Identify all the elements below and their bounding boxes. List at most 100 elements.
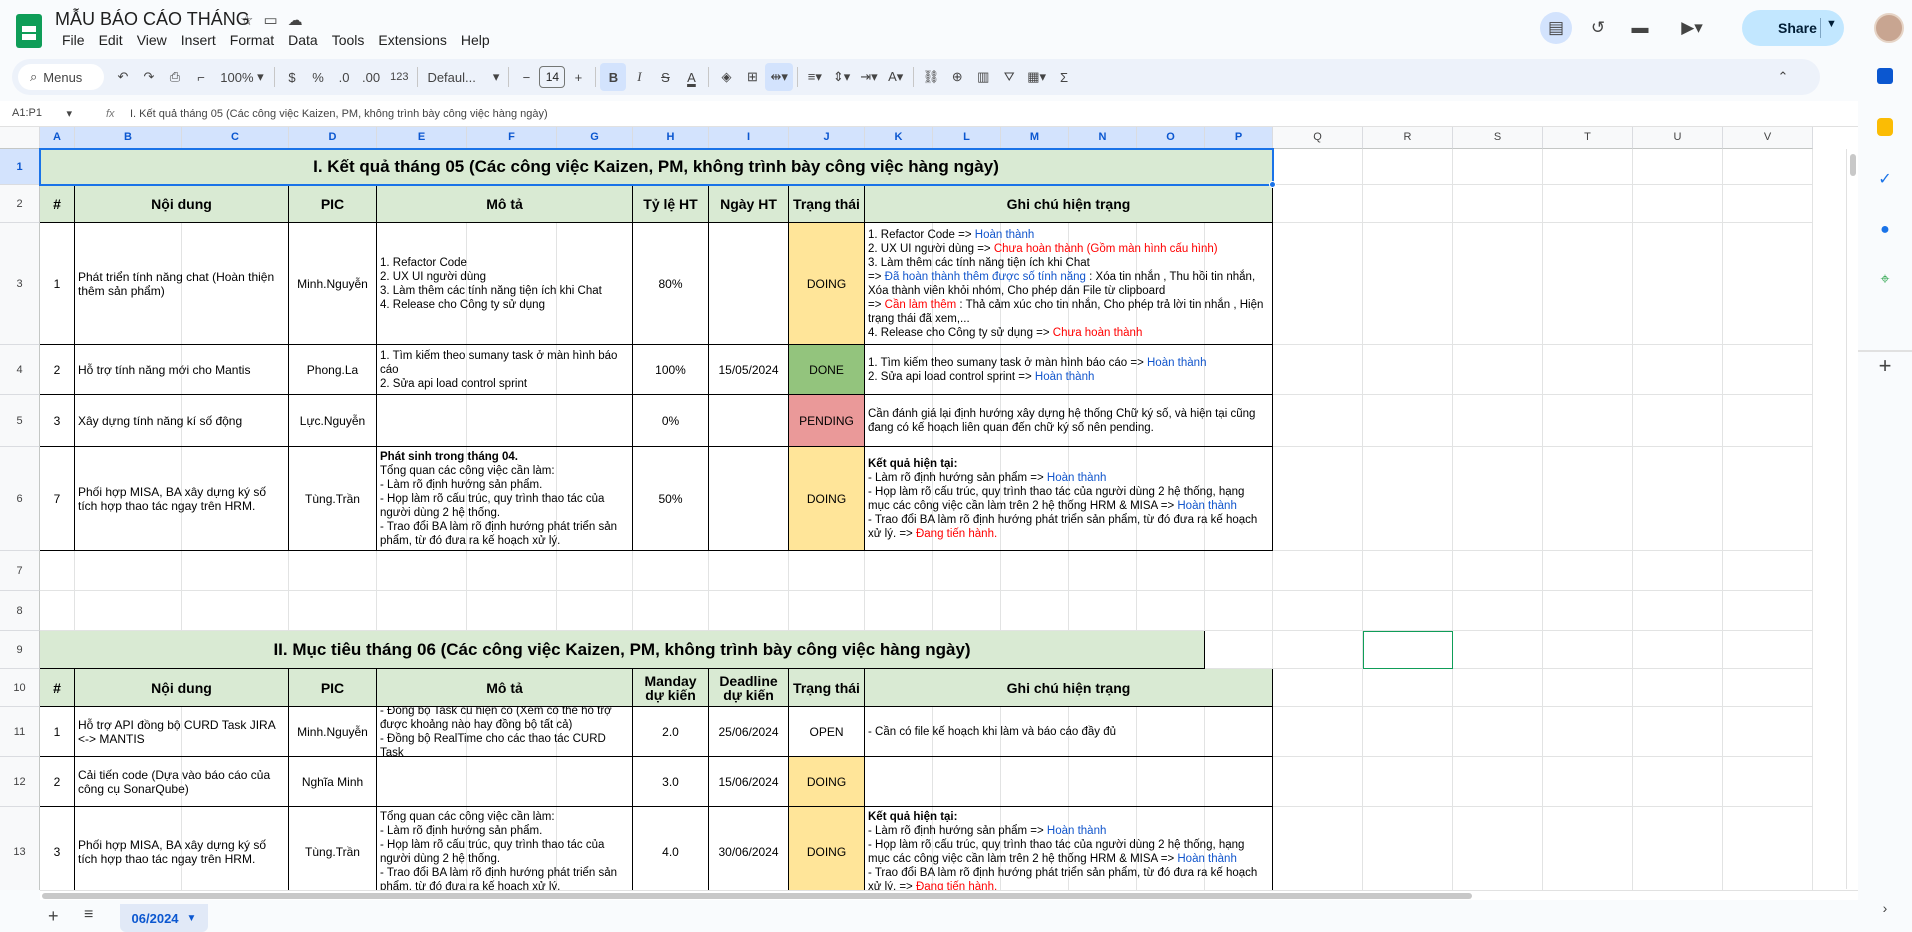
metric-b[interactable]: 25/06/2024 bbox=[709, 707, 789, 757]
grid-cell[interactable] bbox=[789, 551, 865, 591]
header-deadline[interactable]: Deadline dự kiến bbox=[709, 669, 789, 707]
grid-cell[interactable] bbox=[1273, 631, 1363, 669]
star-icon[interactable]: ☆ bbox=[240, 11, 253, 29]
grid-cell[interactable] bbox=[1453, 631, 1543, 669]
percent-format-button[interactable]: % bbox=[305, 63, 331, 91]
status-badge[interactable]: DOING bbox=[789, 447, 865, 551]
header-description[interactable]: Mô tả bbox=[377, 185, 633, 223]
status-note[interactable]: - Cần có file kế hoạch khi làm và báo cá… bbox=[865, 707, 1273, 757]
functions-icon[interactable]: Σ bbox=[1051, 63, 1077, 91]
search-menus[interactable]: ⌕ Menus bbox=[18, 64, 104, 90]
grid-cell[interactable] bbox=[289, 551, 377, 591]
header-content[interactable]: Nội dung bbox=[75, 669, 289, 707]
header-pic[interactable]: PIC bbox=[289, 669, 377, 707]
grid-cell[interactable] bbox=[1363, 149, 1453, 185]
grid-cell[interactable] bbox=[865, 591, 933, 631]
insert-comment-icon[interactable]: ⊕ bbox=[944, 63, 970, 91]
grid-cell[interactable] bbox=[1723, 757, 1813, 807]
column-header-r[interactable]: R bbox=[1363, 127, 1453, 149]
header-status[interactable]: Trạng thái bbox=[789, 185, 865, 223]
metric-b[interactable]: 15/05/2024 bbox=[709, 345, 789, 395]
grid-cell[interactable] bbox=[557, 551, 633, 591]
formula-input[interactable]: I. Kết quả tháng 05 (Các công việc Kaize… bbox=[106, 108, 548, 120]
menu-edit[interactable]: Edit bbox=[92, 32, 130, 48]
task-description[interactable]: 1. Tìm kiếm theo sumany task ở màn hình … bbox=[377, 345, 633, 395]
grid-cell[interactable] bbox=[1723, 149, 1813, 185]
grid-cell[interactable] bbox=[1543, 149, 1633, 185]
grid-cell[interactable] bbox=[1453, 757, 1543, 807]
status-note[interactable]: 1. Tìm kiếm theo sumany task ở màn hình … bbox=[865, 345, 1273, 395]
menu-data[interactable]: Data bbox=[281, 32, 325, 48]
grid-cell[interactable] bbox=[377, 551, 467, 591]
share-button[interactable]: Share ▼ bbox=[1742, 10, 1844, 46]
header-no[interactable]: # bbox=[40, 669, 75, 707]
grid-cell[interactable] bbox=[709, 551, 789, 591]
metric-b[interactable]: 15/06/2024 bbox=[709, 757, 789, 807]
spreadsheet-grid[interactable]: A B C D E F G H I J K L M N O P Q R S T U V 1 2 3 4 5 6 7 8 9 10 11 12 13 I… bbox=[0, 127, 1858, 890]
grid-cell[interactable] bbox=[1363, 447, 1453, 551]
vertical-align-icon[interactable]: ⇕▾ bbox=[828, 63, 855, 91]
grid-cell[interactable] bbox=[182, 591, 289, 631]
row-number[interactable]: 1 bbox=[40, 707, 75, 757]
status-note[interactable]: 1. Refactor Code => Hoàn thành 2. UX UI n… bbox=[865, 223, 1273, 345]
font-size-input[interactable]: 14 bbox=[539, 66, 566, 88]
filter-views-icon[interactable]: ▦▾ bbox=[1022, 63, 1051, 91]
header-description[interactable]: Mô tả bbox=[377, 669, 633, 707]
status-badge[interactable]: DOING bbox=[789, 223, 865, 345]
grid-cell[interactable] bbox=[1363, 185, 1453, 223]
decrease-decimal-button[interactable]: .0 bbox=[331, 63, 357, 91]
grid-cell[interactable] bbox=[1543, 447, 1633, 551]
grid-cell[interactable] bbox=[1723, 447, 1813, 551]
grid-cell[interactable] bbox=[709, 591, 789, 631]
grid-cell[interactable] bbox=[1543, 707, 1633, 757]
row-header-3[interactable]: 3 bbox=[0, 223, 40, 345]
metric-b[interactable] bbox=[709, 447, 789, 551]
row-header-13[interactable]: 13 bbox=[0, 807, 40, 890]
grid-cell[interactable] bbox=[1723, 551, 1813, 591]
header-no[interactable]: # bbox=[40, 185, 75, 223]
grid-cell[interactable] bbox=[75, 591, 182, 631]
grid-cell[interactable] bbox=[1453, 707, 1543, 757]
row-header-7[interactable]: 7 bbox=[0, 551, 40, 591]
status-badge[interactable]: DOING bbox=[789, 757, 865, 807]
column-header-k[interactable]: K bbox=[865, 127, 933, 149]
header-note[interactable]: Ghi chú hiện trạng bbox=[865, 669, 1273, 707]
header-pic[interactable]: PIC bbox=[289, 185, 377, 223]
status-badge[interactable]: PENDING bbox=[789, 395, 865, 447]
horizontal-align-icon[interactable]: ≡▾ bbox=[802, 63, 828, 91]
column-header-b[interactable]: B bbox=[75, 127, 182, 149]
grid-cell[interactable] bbox=[1137, 591, 1205, 631]
task-description[interactable]: Phát sinh trong tháng 04. Tổng quan các c… bbox=[377, 447, 633, 551]
row-header-12[interactable]: 12 bbox=[0, 757, 40, 807]
grid-cell[interactable] bbox=[1633, 345, 1723, 395]
borders-icon[interactable]: ⊞ bbox=[739, 63, 765, 91]
status-note[interactable] bbox=[865, 757, 1273, 807]
grid-cell[interactable] bbox=[1273, 551, 1363, 591]
column-header-v[interactable]: V bbox=[1723, 127, 1813, 149]
share-dropdown-icon[interactable]: ▼ bbox=[1826, 18, 1837, 30]
grid-cell[interactable] bbox=[1273, 395, 1363, 447]
pic-name[interactable]: Minh.Nguyễn bbox=[289, 223, 377, 345]
task-content[interactable]: Cải tiến code (Dựa vào báo cáo của công … bbox=[75, 757, 289, 807]
grid-cell[interactable] bbox=[1453, 395, 1543, 447]
tasks-icon[interactable]: ✓ bbox=[1875, 170, 1895, 190]
grid-cell[interactable] bbox=[1723, 807, 1813, 890]
grid-cell[interactable] bbox=[1453, 807, 1543, 890]
undo-icon[interactable]: ↶ bbox=[110, 63, 136, 91]
grid-cell[interactable] bbox=[1205, 551, 1273, 591]
column-header-g[interactable]: G bbox=[557, 127, 633, 149]
grid-cell[interactable] bbox=[1205, 591, 1273, 631]
contacts-icon[interactable]: ● bbox=[1875, 220, 1895, 240]
task-description[interactable] bbox=[377, 395, 633, 447]
grid-cell[interactable] bbox=[789, 591, 865, 631]
decrease-font-size-button[interactable]: − bbox=[513, 63, 539, 91]
zoom-select[interactable]: 100% ▾ bbox=[214, 63, 270, 91]
keep-icon[interactable] bbox=[1877, 118, 1893, 136]
bold-icon[interactable]: B bbox=[600, 63, 627, 91]
row-header-10[interactable]: 10 bbox=[0, 669, 40, 707]
grid-cell[interactable] bbox=[377, 591, 467, 631]
metric-a[interactable]: 4.0 bbox=[633, 807, 709, 890]
grid-cell[interactable] bbox=[1543, 185, 1633, 223]
column-header-j[interactable]: J bbox=[789, 127, 865, 149]
pic-name[interactable]: Minh.Nguyễn bbox=[289, 707, 377, 757]
